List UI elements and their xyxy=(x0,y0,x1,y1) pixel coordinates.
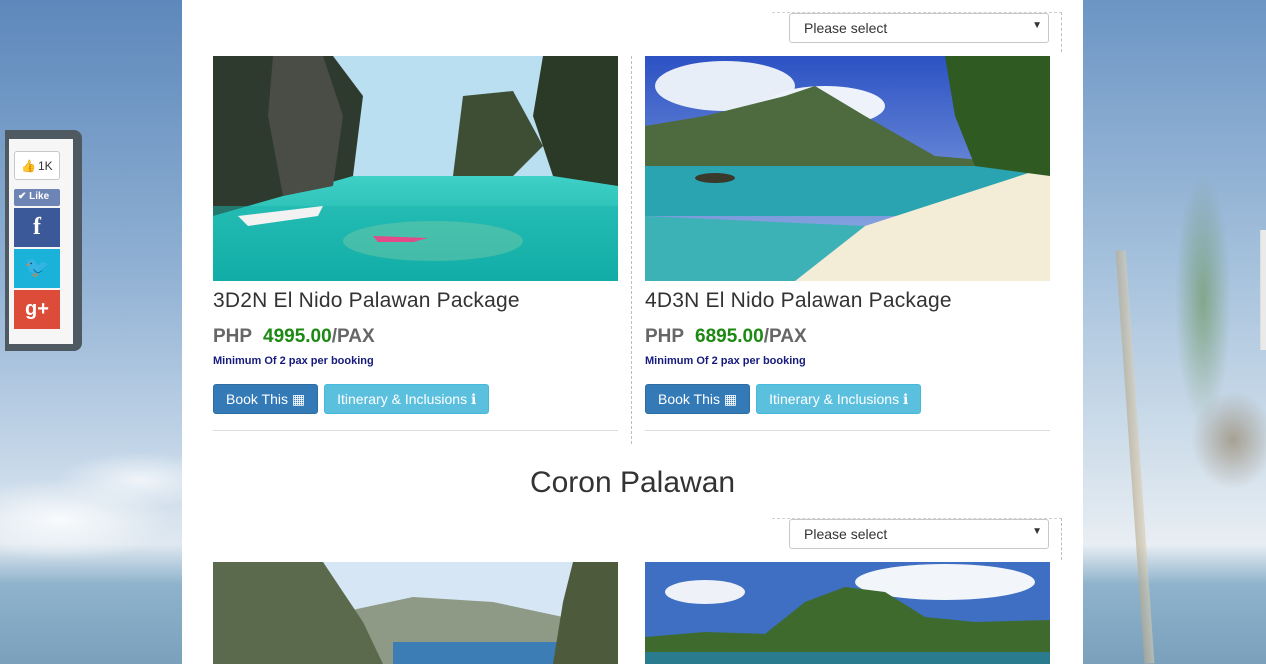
main-content: Please select ▼ 3D2N El Nido Palawan Pac… xyxy=(182,0,1083,664)
info-icon: ℹ xyxy=(470,391,477,407)
card-divider xyxy=(645,430,1050,431)
card-divider xyxy=(213,430,618,431)
book-this-label: Book This xyxy=(226,391,288,407)
book-this-label: Book This xyxy=(658,391,720,407)
like-label: Like xyxy=(29,191,50,202)
social-share-widget: 👍 1K ✔ Like f 🐦 g+ xyxy=(5,130,82,351)
package-photo-coron-islands[interactable] xyxy=(645,562,1050,664)
package-select[interactable]: Please select ▼ xyxy=(789,13,1049,43)
package-select-value: Please select xyxy=(804,526,888,542)
chevron-down-icon: ▼ xyxy=(1032,20,1042,31)
package-select[interactable]: Please select ▼ xyxy=(789,519,1049,549)
minimum-pax-note: Minimum Of 2 pax per booking xyxy=(645,355,806,367)
price-currency: PHP xyxy=(645,326,684,347)
google-plus-share-button[interactable]: g+ xyxy=(14,290,60,329)
minimum-pax-note: Minimum Of 2 pax per booking xyxy=(213,355,374,367)
price-currency: PHP xyxy=(213,326,252,347)
background-right-palm xyxy=(1083,0,1266,664)
package-price: PHP 6895.00/PAX xyxy=(645,326,1050,348)
price-unit: /PAX xyxy=(763,326,807,347)
itinerary-inclusions-button[interactable]: Itinerary & Inclusions ℹ xyxy=(324,384,490,414)
like-count-box[interactable]: 👍 1K xyxy=(14,151,60,180)
package-card: 4D3N El Nido Palawan Package PHP 6895.00… xyxy=(645,56,1050,431)
divider-dashed xyxy=(1061,12,1062,52)
itinerary-label: Itinerary & Inclusions xyxy=(337,391,468,407)
scrollbar[interactable] xyxy=(1260,230,1266,350)
chevron-down-icon: ▼ xyxy=(1032,526,1042,537)
divider-dashed xyxy=(631,56,632,444)
package-photo-coron-cove[interactable] xyxy=(213,562,618,664)
price-amount: 6895.00 xyxy=(695,326,764,347)
section-heading: Coron Palawan xyxy=(529,466,736,499)
calendar-icon: ▦ xyxy=(291,391,306,407)
divider-dashed xyxy=(1061,518,1062,560)
package-card: 3D2N El Nido Palawan Package PHP 4995.00… xyxy=(213,56,618,431)
book-this-button[interactable]: Book This ▦ xyxy=(213,384,319,414)
price-unit: /PAX xyxy=(331,326,375,347)
facebook-share-button[interactable]: f xyxy=(14,208,60,247)
calendar-icon: ▦ xyxy=(723,391,738,407)
package-photo-el-nido-lagoon[interactable] xyxy=(213,56,618,281)
package-photo-el-nido-beach[interactable] xyxy=(645,56,1050,281)
facebook-icon: f xyxy=(33,214,41,240)
info-icon: ℹ xyxy=(902,391,909,407)
package-title[interactable]: 3D2N El Nido Palawan Package xyxy=(213,289,618,313)
twitter-share-button[interactable]: 🐦 xyxy=(14,249,60,288)
book-this-button[interactable]: Book This ▦ xyxy=(645,384,751,414)
package-select-value: Please select xyxy=(804,20,888,36)
like-count: 1K xyxy=(37,159,53,173)
itinerary-inclusions-button[interactable]: Itinerary & Inclusions ℹ xyxy=(756,384,922,414)
thumbs-up-icon: 👍 xyxy=(21,159,36,173)
price-amount: 4995.00 xyxy=(263,326,332,347)
twitter-icon: 🐦 xyxy=(24,257,50,279)
package-title[interactable]: 4D3N El Nido Palawan Package xyxy=(645,289,1050,313)
check-icon: ✔ xyxy=(18,191,27,202)
facebook-like-button[interactable]: ✔ Like xyxy=(14,189,60,206)
google-plus-icon: g+ xyxy=(25,298,49,320)
itinerary-label: Itinerary & Inclusions xyxy=(769,391,900,407)
package-price: PHP 4995.00/PAX xyxy=(213,326,618,348)
